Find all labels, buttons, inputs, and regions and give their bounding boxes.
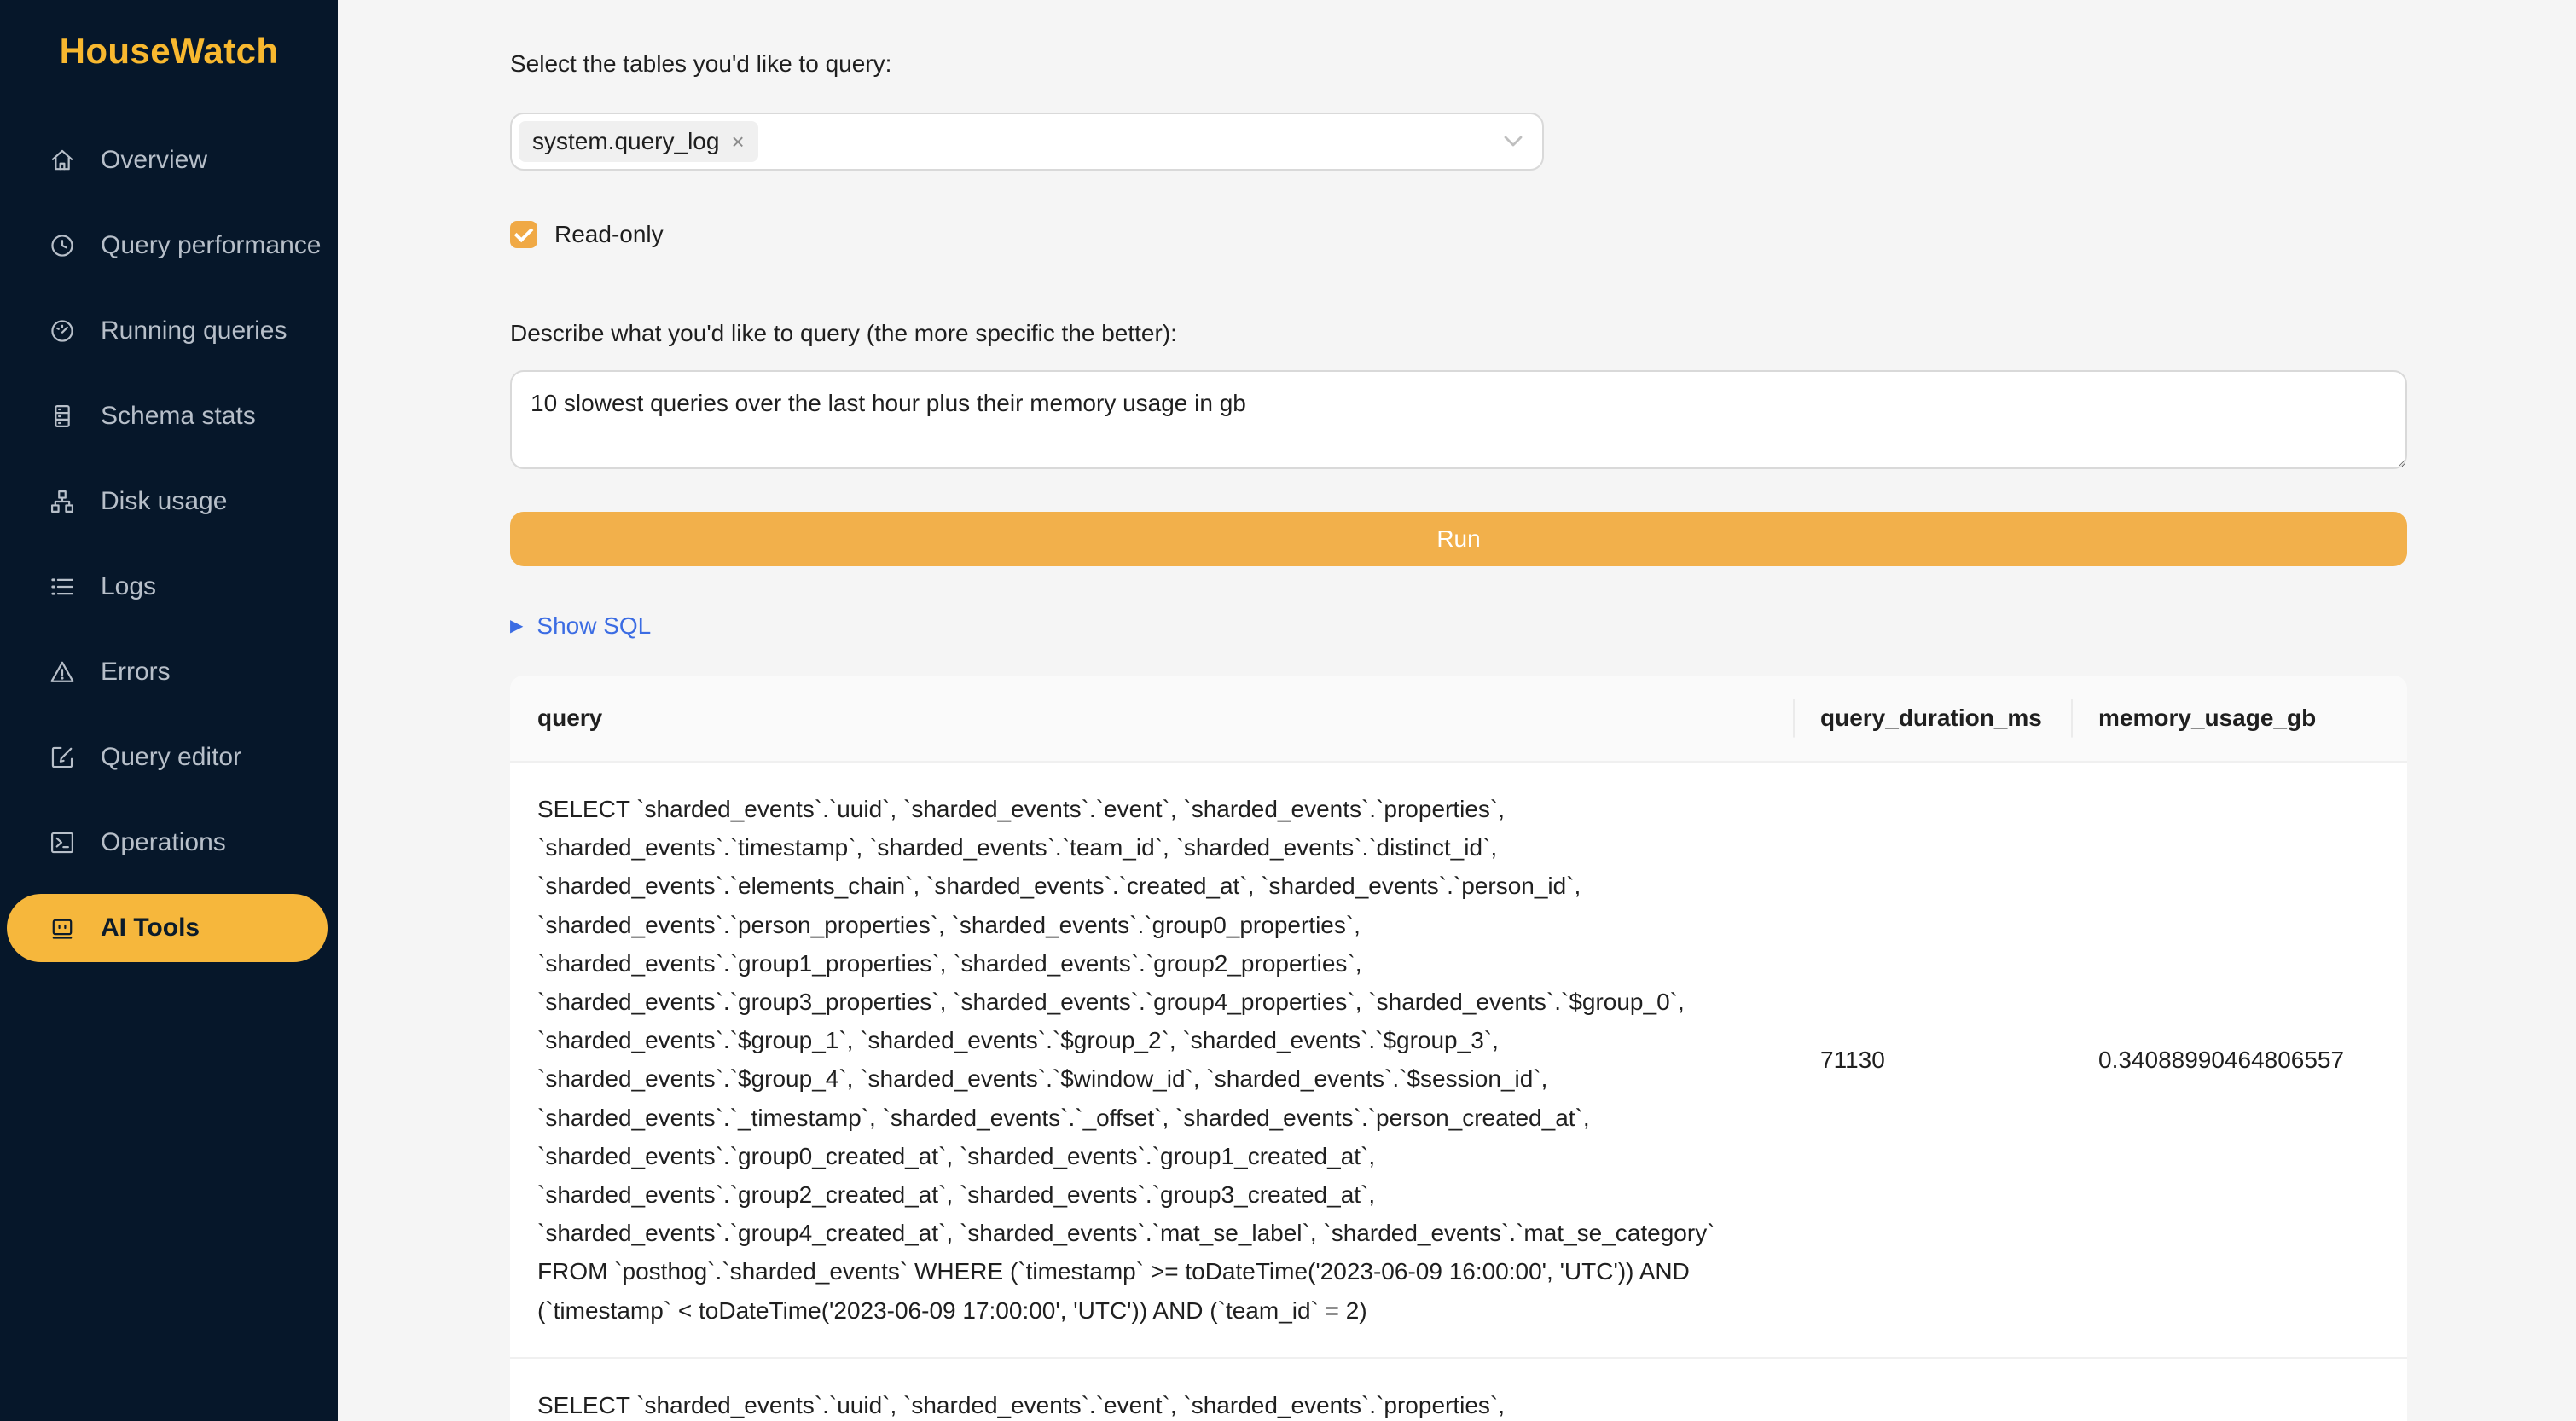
sidebar-item-label: Running queries [101, 316, 287, 345]
cell-query-duration-ms: 71130 [1793, 763, 2071, 1359]
sidebar-item-ai-tools[interactable]: AI Tools [7, 894, 328, 962]
column-header-memory-usage-gb: memory_usage_gb [2071, 676, 2407, 763]
selected-table-tag: system.query_log × [519, 121, 758, 162]
sidebar-item-errors[interactable]: Errors [7, 638, 328, 706]
remove-tag-icon[interactable]: × [731, 130, 744, 153]
column-header-query: query [510, 676, 1793, 763]
cell-query: SELECT `sharded_events`.`uuid`, `sharded… [510, 1359, 1793, 1421]
gauge-icon [48, 316, 77, 345]
readonly-checkbox-row: Read-only [510, 217, 2407, 252]
table-select[interactable]: system.query_log × [510, 113, 1544, 171]
table-header-row: query query_duration_ms memory_usage_gb [510, 676, 2407, 763]
sidebar-item-label: Logs [101, 572, 156, 601]
column-header-query-duration-ms: query_duration_ms [1793, 676, 2071, 763]
app-window: HouseWatch Overview Query performance Ru… [0, 0, 2576, 1421]
clock-icon [48, 231, 77, 260]
run-button[interactable]: Run [510, 512, 2407, 566]
main-panel: Select the tables you'd like to query: s… [338, 0, 2576, 1421]
describe-label: Describe what you'd like to query (the m… [510, 316, 2407, 351]
sidebar-item-query-performance[interactable]: Query performance [7, 212, 328, 280]
sidebar-item-running-queries[interactable]: Running queries [7, 297, 328, 365]
cell-query-duration-ms [1793, 1359, 2071, 1421]
list-icon [48, 572, 77, 601]
query-description-input[interactable]: 10 slowest queries over the last hour pl… [510, 370, 2407, 469]
sitemap-icon [48, 487, 77, 516]
sidebar-item-query-editor[interactable]: Query editor [7, 723, 328, 792]
sidebar-item-disk-usage[interactable]: Disk usage [7, 467, 328, 536]
show-sql-label: Show SQL [537, 612, 651, 640]
sidebar: HouseWatch Overview Query performance Ru… [0, 0, 338, 1421]
edit-icon [48, 743, 77, 772]
show-sql-toggle[interactable]: ▶ Show SQL [510, 612, 2407, 640]
database-icon [48, 402, 77, 431]
sidebar-item-label: Schema stats [101, 402, 256, 431]
readonly-label: Read-only [554, 217, 664, 252]
readonly-checkbox[interactable] [510, 221, 537, 248]
sidebar-item-operations[interactable]: Operations [7, 809, 328, 877]
sidebar-item-overview[interactable]: Overview [7, 126, 328, 194]
robot-icon [48, 914, 77, 942]
sidebar-item-label: Errors [101, 658, 171, 687]
sidebar-nav: Overview Query performance Running queri… [0, 126, 338, 979]
home-icon [48, 146, 77, 175]
table-row: SELECT `sharded_events`.`uuid`, `sharded… [510, 1359, 2407, 1421]
sidebar-item-label: Query performance [101, 231, 321, 260]
sidebar-item-label: Operations [101, 828, 226, 857]
sidebar-item-label: AI Tools [101, 914, 200, 942]
sidebar-item-label: Overview [101, 146, 207, 175]
cell-memory-usage-gb: 0.34088990464806557 [2071, 763, 2407, 1359]
warning-icon [48, 658, 77, 687]
sidebar-item-logs[interactable]: Logs [7, 553, 328, 621]
sidebar-item-schema-stats[interactable]: Schema stats [7, 382, 328, 450]
caret-right-icon: ▶ [510, 618, 523, 635]
sidebar-item-label: Query editor [101, 743, 241, 772]
terminal-icon [48, 828, 77, 857]
cell-query: SELECT `sharded_events`.`uuid`, `sharded… [510, 763, 1793, 1359]
results-table-card: query query_duration_ms memory_usage_gb … [510, 676, 2407, 1421]
cell-memory-usage-gb [2071, 1359, 2407, 1421]
selected-table-tag-label: system.query_log [532, 128, 719, 155]
chevron-down-icon [1503, 135, 1523, 148]
app-logo: HouseWatch [0, 0, 338, 72]
table-select-label: Select the tables you'd like to query: [510, 46, 2407, 82]
results-table: query query_duration_ms memory_usage_gb … [510, 676, 2407, 1421]
table-row: SELECT `sharded_events`.`uuid`, `sharded… [510, 763, 2407, 1359]
sidebar-item-label: Disk usage [101, 487, 227, 516]
